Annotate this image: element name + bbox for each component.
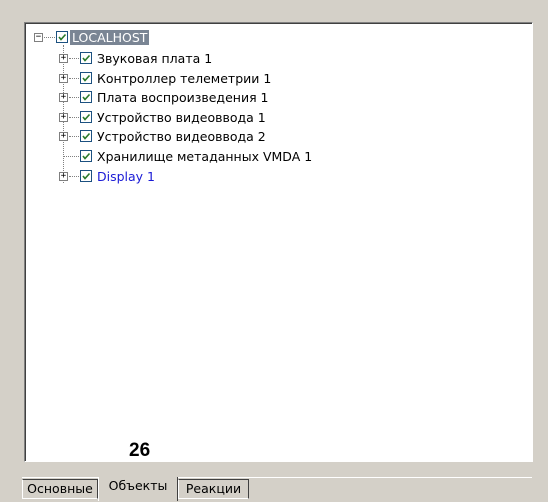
tree-item-checkbox[interactable]	[80, 130, 92, 142]
tab-obekty[interactable]: Объекты	[98, 477, 178, 501]
tree-item-checkbox[interactable]	[80, 52, 92, 64]
expand-toggle-icon[interactable]: +	[59, 113, 68, 122]
tree-item-label[interactable]: Контроллер телеметрии 1	[95, 71, 273, 86]
page-number: 26	[129, 440, 151, 461]
tree-item-label[interactable]: Устройство видеоввода 2	[95, 129, 268, 144]
collapse-toggle-icon[interactable]: −	[34, 33, 43, 42]
tree-item-label[interactable]: Хранилище метаданных VMDA 1	[95, 149, 314, 164]
tree-item-checkbox[interactable]	[80, 72, 92, 84]
tree-item-label[interactable]: Звуковая плата 1	[95, 51, 214, 66]
tree-item-checkbox[interactable]	[80, 91, 92, 103]
expand-toggle-icon[interactable]: +	[59, 93, 68, 102]
root-checkbox[interactable]	[56, 31, 68, 43]
tree-item-label[interactable]: Устройство видеоввода 1	[95, 110, 268, 125]
tree-root-label[interactable]: LOCALHOST	[70, 30, 150, 45]
tab-osnovnye[interactable]: Основные	[22, 479, 98, 499]
tree-item-checkbox[interactable]	[80, 111, 92, 123]
expand-toggle-icon[interactable]: +	[59, 172, 68, 181]
expand-toggle-icon[interactable]: +	[59, 132, 68, 141]
tab-strip: Основные Объекты Реакции	[22, 461, 532, 501]
object-tree[interactable]: − LOCALHOST + Звуковая плата 1 + Контроллер…	[24, 22, 533, 462]
tree-item-checkbox[interactable]	[80, 170, 92, 182]
tab-reaktsii[interactable]: Реакции	[178, 479, 249, 499]
tree-item-checkbox[interactable]	[80, 150, 92, 162]
expand-toggle-icon[interactable]: +	[59, 74, 68, 83]
tree-item-label[interactable]: Display 1	[95, 169, 157, 184]
expand-toggle-icon[interactable]: +	[59, 54, 68, 63]
tree-item-label[interactable]: Плата воспроизведения 1	[95, 90, 271, 105]
